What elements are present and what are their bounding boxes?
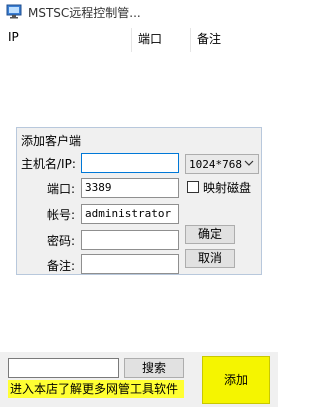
port-input[interactable]: 3389 [81, 178, 179, 198]
host-input[interactable] [81, 153, 179, 173]
window-title: MSTSC远程控制管... [28, 6, 141, 20]
user-input[interactable]: administrator [81, 204, 179, 224]
column-header-ip[interactable]: IP [8, 30, 19, 44]
port-label: 端口: [47, 182, 76, 196]
map-disk-checkbox[interactable] [187, 181, 199, 193]
column-header-port[interactable]: 端口 [138, 30, 162, 47]
user-label: 帐号: [47, 208, 76, 222]
note-label: 备注: [47, 259, 76, 273]
column-divider[interactable] [131, 28, 132, 52]
resolution-select[interactable]: 1024*768 [185, 154, 259, 174]
note-input[interactable] [81, 254, 179, 274]
title-bar: MSTSC远程控制管... [0, 0, 278, 23]
password-input[interactable] [81, 230, 179, 250]
resolution-value: 1024*768 [189, 158, 242, 171]
cancel-button[interactable]: 取消 [185, 249, 235, 268]
dialog-title: 添加客户端 [21, 134, 82, 148]
search-input[interactable] [8, 358, 119, 378]
promo-link[interactable]: 进入本店了解更多网管工具软件 [8, 380, 184, 398]
chevron-down-icon [244, 160, 254, 166]
column-divider[interactable] [190, 28, 191, 52]
add-client-dialog: 添加客户端 主机名/IP: 1024*768 端口: 3389 映射磁盘 帐号:… [16, 127, 262, 275]
ok-button[interactable]: 确定 [185, 225, 235, 244]
map-disk-label[interactable]: 映射磁盘 [203, 179, 251, 196]
password-label: 密码: [47, 234, 76, 248]
add-button[interactable]: 添加 [202, 356, 270, 404]
search-button[interactable]: 搜索 [124, 358, 184, 378]
app-icon [6, 4, 22, 19]
column-header-note[interactable]: 备注 [197, 30, 221, 47]
host-label: 主机名/IP: [21, 157, 76, 171]
list-header: IP 端口 备注 [0, 24, 278, 52]
bottom-bar: 搜索 进入本店了解更多网管工具软件 添加 [0, 352, 278, 407]
